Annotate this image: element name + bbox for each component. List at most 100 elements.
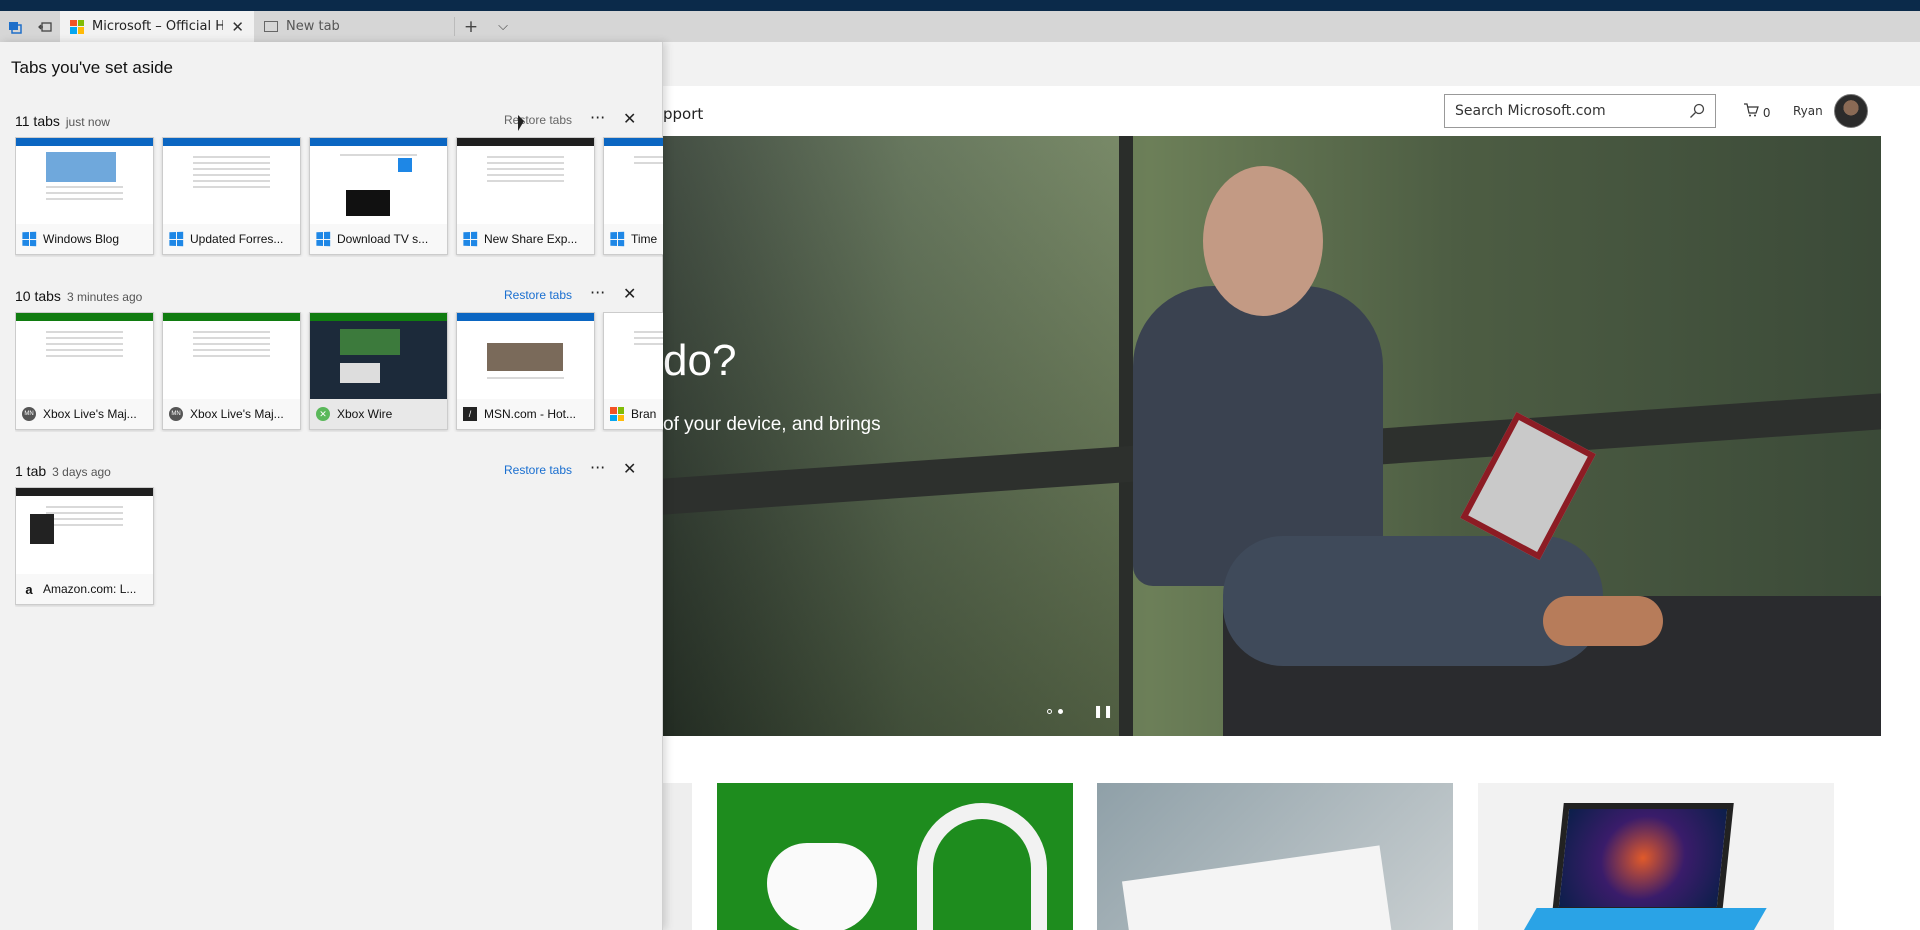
tab-group-header: 1 tab 3 days ago Restore tabs ··· ✕ <box>0 454 663 484</box>
tab-group-header: 11 tabs just now Restore tabs ··· ✕ <box>0 104 663 134</box>
windows-icon <box>22 231 37 247</box>
tab-thumbnail[interactable]: Time <box>603 137 663 255</box>
tab-group-header: 10 tabs 3 minutes ago Restore tabs ··· ✕ <box>0 279 663 309</box>
tab-group-count: 11 tabs just now <box>15 113 110 129</box>
set-aside-icon <box>38 21 52 32</box>
cart-icon <box>1744 103 1759 117</box>
tab-thumbnail[interactable]: MN Xbox Live's Maj... <box>162 312 301 430</box>
tab-thumbnail-label: a Amazon.com: L... <box>16 574 153 604</box>
close-icon[interactable]: ✕ <box>623 109 636 128</box>
product-tile-surface-pro[interactable] <box>1478 783 1834 930</box>
tab-preview <box>16 488 153 574</box>
close-icon[interactable]: ✕ <box>623 459 636 478</box>
tab-thumbnail[interactable]: MN Xbox Live's Maj... <box>15 312 154 430</box>
tab-title: Microsoft – Official Hon <box>92 19 224 34</box>
pause-icon[interactable]: ❚❚ <box>1093 704 1113 718</box>
product-tile-surface-drawing[interactable] <box>1097 783 1453 930</box>
site-header: pport Search Microsoft.com 0 Ryan <box>663 86 1920 136</box>
tab-thumbnails: a Amazon.com: L... <box>15 487 663 607</box>
user-name[interactable]: Ryan <box>1793 104 1823 118</box>
cart-count: 0 <box>1762 106 1771 120</box>
tab-preview <box>604 138 663 224</box>
tab-microsoft[interactable]: Microsoft – Official Hon ✕ <box>60 11 254 42</box>
tab-thumbnail-label: Bran <box>604 399 663 429</box>
xbox-controller-image <box>767 843 877 930</box>
amazon-icon: a <box>25 581 33 597</box>
tab-bar: Microsoft – Official Hon ✕ New tab + ⌵ <box>0 11 1920 42</box>
search-icon[interactable] <box>1689 103 1705 119</box>
product-tile-xbox[interactable] <box>717 783 1073 930</box>
windows-icon <box>169 231 184 247</box>
tab-group-time: 3 minutes ago <box>66 290 143 304</box>
set-tabs-aside-button[interactable] <box>30 11 60 42</box>
more-options-icon[interactable]: ··· <box>590 108 605 127</box>
new-tab-page-icon <box>264 21 278 32</box>
tab-group: 10 tabs 3 minutes ago Restore tabs ··· ✕ … <box>0 279 663 430</box>
restore-tabs-link[interactable]: Restore tabs <box>504 288 572 302</box>
type-cover-image <box>1519 908 1767 930</box>
hero-banner[interactable]: do? of your device, and brings ❚❚ <box>663 136 1881 736</box>
tab-thumbnails: MN Xbox Live's Maj... MN Xbox Live's Maj..… <box>15 312 663 432</box>
carousel-controls: ❚❚ <box>1047 704 1113 718</box>
tab-thumbnail-label: Windows Blog <box>16 224 153 254</box>
carousel-dot-active[interactable] <box>1058 708 1063 714</box>
tab-list-button[interactable]: ⌵ <box>487 11 519 42</box>
restore-tabs-link[interactable]: Restore tabs <box>504 113 572 127</box>
carousel-dot[interactable] <box>1047 708 1052 714</box>
new-tab-button[interactable]: + <box>455 11 487 42</box>
tabs-set-aside-button[interactable] <box>0 11 30 42</box>
tabs-aside-icon <box>9 21 22 34</box>
tab-new-tab[interactable]: New tab <box>254 11 454 42</box>
tab-preview <box>604 313 663 399</box>
tab-preview <box>16 313 153 399</box>
search-input[interactable]: Search Microsoft.com <box>1444 94 1716 128</box>
search-placeholder: Search Microsoft.com <box>1455 103 1606 119</box>
tab-thumbnail[interactable]: Download TV s... <box>309 137 448 255</box>
tab-thumbnail[interactable]: Updated Forres... <box>162 137 301 255</box>
windows-icon <box>316 231 331 247</box>
tab-preview <box>457 313 594 399</box>
tab-preview <box>310 138 447 224</box>
close-icon[interactable]: ✕ <box>623 284 636 303</box>
more-options-icon[interactable]: ··· <box>590 283 605 302</box>
tab-thumbnail-label: / MSN.com - Hot... <box>457 399 594 429</box>
restore-tabs-link[interactable]: Restore tabs <box>504 463 572 477</box>
tab-group: 1 tab 3 days ago Restore tabs ··· ✕ a Amaz… <box>0 454 663 605</box>
tab-group-time: 3 days ago <box>52 465 111 479</box>
tab-group-count: 10 tabs 3 minutes ago <box>15 288 143 304</box>
more-options-icon[interactable]: ··· <box>590 458 605 477</box>
windows-icon <box>610 231 625 247</box>
tab-preview <box>310 313 447 399</box>
mouse-cursor <box>518 115 524 131</box>
tab-thumbnail[interactable]: New Share Exp... <box>456 137 595 255</box>
headset-image <box>917 803 1047 930</box>
tab-thumbnail[interactable]: a Amazon.com: L... <box>15 487 154 605</box>
drawing-tablet-image <box>1122 845 1392 930</box>
tab-thumbnail[interactable]: Windows Blog <box>15 137 154 255</box>
microsoft-icon <box>610 407 624 421</box>
avatar[interactable] <box>1834 94 1868 128</box>
tab-thumbnails: Windows Blog Updated Forres... Download … <box>15 137 663 257</box>
tab-preview <box>16 138 153 224</box>
microsoft-icon <box>70 19 84 34</box>
nav-support-link[interactable]: pport <box>663 105 703 123</box>
tab-preview <box>457 138 594 224</box>
windows-icon <box>463 231 478 247</box>
close-tab-icon[interactable]: ✕ <box>231 18 244 36</box>
tab-thumbnail-label: ✕ Xbox Wire <box>310 399 447 429</box>
tab-group-count: 1 tab 3 days ago <box>15 463 111 479</box>
window-top-strip <box>0 0 1920 11</box>
major-nelson-icon: MN <box>169 407 183 421</box>
tab-title: New tab <box>286 19 340 34</box>
tab-thumbnail-label: MN Xbox Live's Maj... <box>16 399 153 429</box>
hero-subtitle: of your device, and brings <box>663 414 881 435</box>
msn-icon: / <box>463 407 477 421</box>
tab-preview <box>163 313 300 399</box>
tab-thumbnail[interactable]: Bran <box>603 312 663 430</box>
tab-thumbnail[interactable]: ✕ Xbox Wire <box>309 312 448 430</box>
panel-title: Tabs you've set aside <box>11 58 174 77</box>
cart-button[interactable]: 0 <box>1743 103 1770 120</box>
surface-pro-image <box>1552 803 1734 913</box>
major-nelson-icon: MN <box>22 407 36 421</box>
tab-thumbnail[interactable]: / MSN.com - Hot... <box>456 312 595 430</box>
